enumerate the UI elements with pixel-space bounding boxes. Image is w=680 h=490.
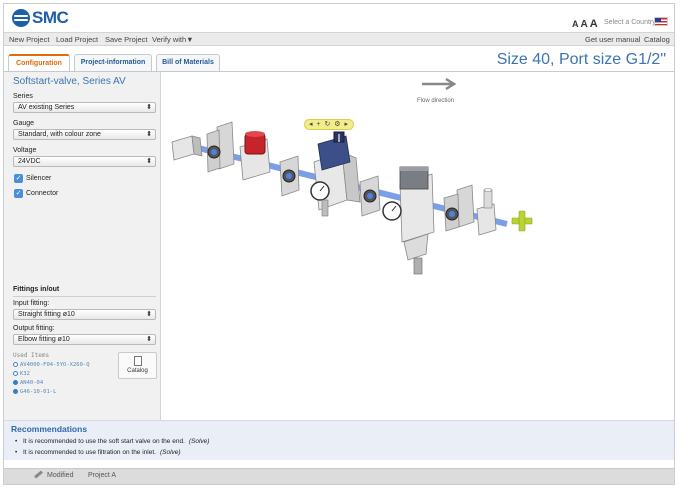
soft-start-valve-module[interactable] <box>239 131 271 181</box>
recommendation-text: It is recommended to use filtration on t… <box>23 449 156 456</box>
gauge-select[interactable]: Standard, with colour zone ⬍ <box>13 129 156 140</box>
used-item[interactable]: K32 <box>13 371 30 377</box>
used-item-code: K32 <box>20 371 30 377</box>
used-item-filled-icon <box>13 389 18 394</box>
inlet-fitting[interactable] <box>171 135 203 161</box>
pencil-icon <box>34 470 43 479</box>
smc-logo[interactable]: SMC <box>12 8 69 28</box>
assembly-scene <box>171 121 533 275</box>
font-size-small-button[interactable]: A <box>572 19 581 29</box>
voltage-label: Voltage <box>13 147 37 154</box>
menu-verify-with[interactable]: Verify with▼ <box>152 35 194 44</box>
used-item-code: AV4000-F04-5YO-X260-Q <box>20 362 90 368</box>
used-item[interactable]: AN40-04 <box>13 380 43 386</box>
document-icon <box>133 356 142 366</box>
menu-new-project[interactable]: New Project <box>9 35 49 44</box>
outlet-elbow-fitting[interactable] <box>476 188 497 236</box>
smc-logo-icon <box>12 9 30 27</box>
used-item-outline-icon <box>13 362 18 367</box>
mounting-bracket[interactable] <box>279 155 300 197</box>
used-item-code: G46-10-01-L <box>20 389 57 395</box>
used-item[interactable]: AV4000-F04-5YO-X260-Q <box>13 362 90 368</box>
tab-bill-of-materials[interactable]: Bill of Materials <box>156 54 220 71</box>
size-title: Size 40, Port size G1/2" <box>496 51 666 68</box>
input-fitting-label: Input fitting: <box>13 300 50 307</box>
series-select-value: AV existing Series <box>18 104 75 111</box>
tab-project-information[interactable]: Project-information <box>74 54 152 71</box>
select-arrows-icon: ⬍ <box>146 311 152 318</box>
menu-load-project[interactable]: Load Project <box>56 35 98 44</box>
output-fitting-select[interactable]: Elbow fitting ø10 ⬍ <box>13 334 156 345</box>
used-item-code: AN40-04 <box>20 380 44 386</box>
configuration-panel: Softstart-valve, Series AV Series AV exi… <box>4 72 161 420</box>
fittings-divider <box>13 296 156 297</box>
add-component-plus-icon[interactable] <box>511 210 533 232</box>
filter-regulator[interactable] <box>382 166 435 275</box>
modified-status: Modified <box>47 472 74 479</box>
menu-save-project[interactable]: Save Project <box>105 35 148 44</box>
font-size-controls: AAA <box>572 18 600 30</box>
select-arrows-icon: ⬍ <box>146 336 152 343</box>
output-fitting-label: Output fitting: <box>13 325 55 332</box>
recommendations-panel: Recommendations It is recommended to use… <box>4 420 674 460</box>
used-item-outline-icon <box>13 371 18 376</box>
menu-catalog[interactable]: Catalog <box>644 35 670 44</box>
connector-checkbox[interactable]: ✓ <box>14 189 23 198</box>
solve-link[interactable]: (Solve) <box>160 449 181 456</box>
recommendation-item: It is recommended to use the soft start … <box>15 438 210 445</box>
used-items-heading: Used Items <box>13 352 50 359</box>
menu-get-user-manual[interactable]: Get user manual <box>585 35 640 44</box>
mounting-bracket[interactable] <box>359 175 381 217</box>
country-flag-icon[interactable] <box>654 17 668 26</box>
tab-configuration[interactable]: Configuration <box>8 54 70 72</box>
mounting-bracket[interactable] <box>443 184 475 232</box>
used-item-filled-icon <box>13 380 18 385</box>
catalog-button-label: Catalog <box>127 368 148 374</box>
connector-label: Connector <box>26 190 59 197</box>
select-arrows-icon: ⬍ <box>146 158 152 165</box>
series-label: Series <box>13 93 33 100</box>
used-item[interactable]: G46-10-01-L <box>13 389 56 395</box>
input-fitting-select[interactable]: Straight fitting ø10 ⬍ <box>13 309 156 320</box>
solenoid-valve[interactable] <box>310 131 361 217</box>
select-arrows-icon: ⬍ <box>146 131 152 138</box>
smc-logo-text: SMC <box>32 8 69 27</box>
voltage-select-value: 24VDC <box>18 158 41 165</box>
app-window: SMC AAA Select a Country New Project Loa… <box>3 3 675 485</box>
top-header: SMC AAA Select a Country <box>4 4 674 32</box>
menu-bar: New Project Load Project Save Project Ve… <box>4 32 674 46</box>
select-arrows-icon: ⬍ <box>146 104 152 111</box>
mounting-bracket[interactable] <box>206 121 235 173</box>
recommendation-text: It is recommended to use the soft start … <box>23 438 185 445</box>
font-size-large-button[interactable]: A <box>590 18 600 30</box>
catalog-button[interactable]: Catalog <box>118 352 157 379</box>
fittings-heading: Fittings in/out <box>13 286 60 293</box>
project-name: Project A <box>88 472 117 479</box>
select-country-link[interactable]: Select a Country <box>604 19 656 26</box>
product-title: Softstart-valve, Series AV <box>13 76 126 87</box>
silencer-checkbox[interactable]: ✓ <box>14 174 23 183</box>
voltage-select[interactable]: 24VDC ⬍ <box>13 156 156 167</box>
gauge-label: Gauge <box>13 120 35 127</box>
recommendation-item: It is recommended to use filtration on t… <box>15 449 181 456</box>
product-3d-view[interactable]: Flow direction ◂ + ↻ ⚙ ▸ <box>162 72 674 420</box>
status-bar: Modified Project A <box>4 468 674 484</box>
recommendations-heading: Recommendations <box>11 424 88 434</box>
output-fitting-value: Elbow fitting ø10 <box>18 336 70 343</box>
series-select[interactable]: AV existing Series ⬍ <box>13 102 156 113</box>
silencer-label: Silencer <box>26 175 52 182</box>
solve-link[interactable]: (Solve) <box>189 438 210 445</box>
input-fitting-value: Straight fitting ø10 <box>18 311 75 318</box>
gauge-select-value: Standard, with colour zone <box>18 131 101 138</box>
font-size-medium-button[interactable]: A <box>581 19 590 30</box>
